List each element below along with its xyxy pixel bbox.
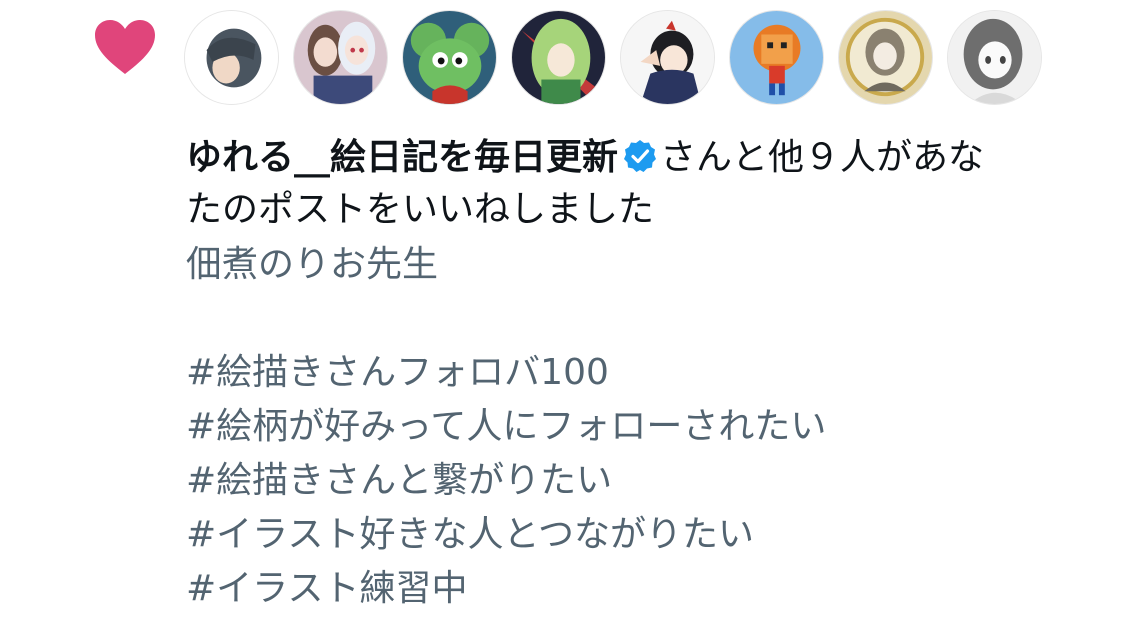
action-text: さんと他９人があな (660, 137, 985, 178)
avatar-4[interactable] (511, 10, 606, 105)
post-hashtag[interactable]: #絵描きさんと繋がりたい (186, 454, 1086, 508)
avatar-3[interactable] (402, 10, 497, 105)
notification-body: ゆれる__絵日記を毎日更新 さんと他９人があな たのポストをいいねしました 佃煮の… (186, 132, 1086, 616)
post-line-title: 佃煮のりお先生 (186, 244, 439, 285)
verified-badge-icon (624, 140, 657, 172)
liker-avatars (184, 10, 1042, 105)
heart-icon (95, 20, 155, 74)
like-notification[interactable]: ゆれる__絵日記を毎日更新 さんと他９人があな たのポストをいいねしました 佃煮の… (0, 0, 1125, 621)
liked-post-text[interactable]: 佃煮のりお先生 #絵描きさんフォロバ100 #絵柄が好みって人にフォローされたい… (186, 238, 1086, 616)
avatar-7[interactable] (838, 10, 933, 105)
like-summary: ゆれる__絵日記を毎日更新 さんと他９人があな たのポストをいいねしました (186, 132, 1086, 236)
post-line-blank (186, 292, 1086, 346)
post-hashtag[interactable]: #絵描きさんフォロバ100 (186, 346, 1086, 400)
post-hashtag[interactable]: #絵柄が好みって人にフォローされたい (186, 400, 1086, 454)
avatar-8[interactable] (947, 10, 1042, 105)
avatar-1[interactable] (184, 10, 279, 105)
post-hashtag[interactable]: #イラスト好きな人とつながりたい (186, 508, 1086, 562)
user-name[interactable]: ゆれる__絵日記を毎日更新 (186, 137, 618, 178)
action-text-continued: たのポストをいいねしました (186, 189, 655, 230)
avatar-5[interactable] (620, 10, 715, 105)
post-hashtag[interactable]: #イラスト練習中 (186, 562, 1086, 616)
avatar-2[interactable] (293, 10, 388, 105)
avatar-6[interactable] (729, 10, 824, 105)
